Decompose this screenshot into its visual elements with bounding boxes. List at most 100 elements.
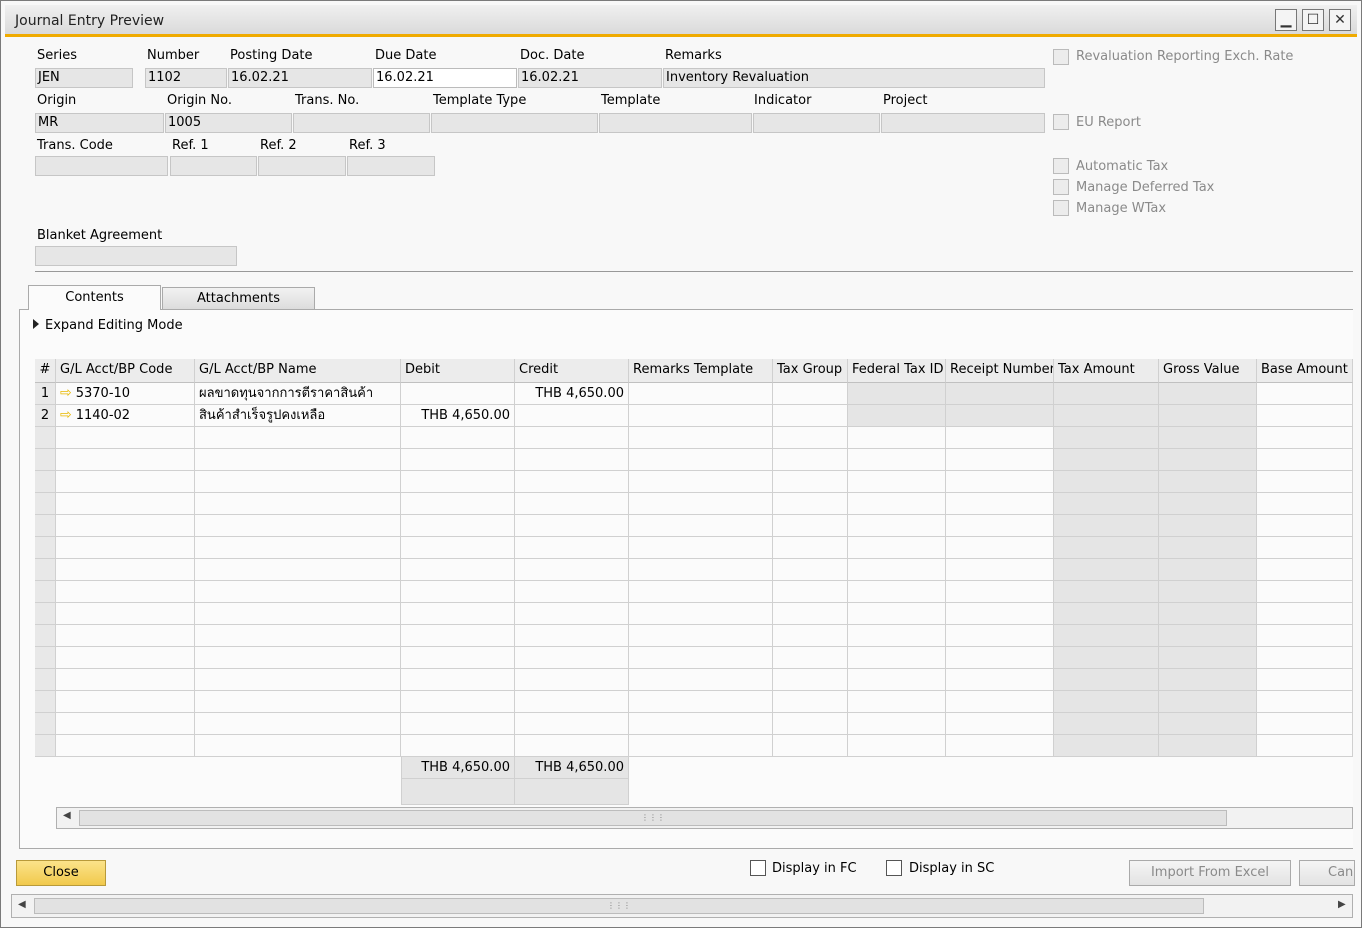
table-cell[interactable] <box>1054 735 1159 757</box>
table-cell[interactable] <box>56 647 195 669</box>
table-cell[interactable] <box>56 691 195 713</box>
table-cell[interactable] <box>848 735 946 757</box>
table-cell[interactable] <box>848 581 946 603</box>
table-cell[interactable] <box>1159 405 1257 427</box>
col-header-tax-group[interactable]: Tax Group <box>773 359 848 383</box>
table-cell[interactable] <box>629 427 773 449</box>
manage-deferred-tax-checkbox[interactable] <box>1053 179 1069 195</box>
number-field[interactable]: 1102 <box>145 68 227 88</box>
table-cell[interactable] <box>1257 383 1353 405</box>
table-cell[interactable] <box>56 537 195 559</box>
table-row[interactable]: 2 ⇨ 1140-02 สินค้าสำเร็จรูปคงเหลือ THB 4,650… <box>35 405 1353 427</box>
table-cell[interactable] <box>1159 691 1257 713</box>
minimize-icon[interactable]: ▁ <box>1275 9 1297 31</box>
table-cell[interactable] <box>946 647 1054 669</box>
col-header-debit[interactable]: Debit <box>401 359 515 383</box>
table-cell[interactable] <box>773 735 848 757</box>
window-scroll-left-icon[interactable]: ◀ <box>18 899 26 910</box>
table-cell[interactable] <box>515 735 629 757</box>
table-cell[interactable] <box>946 603 1054 625</box>
template-field[interactable] <box>599 113 752 133</box>
cancel-button[interactable]: Can <box>1299 860 1355 886</box>
table-cell[interactable] <box>1257 493 1353 515</box>
table-cell[interactable] <box>629 537 773 559</box>
table-cell[interactable] <box>56 515 195 537</box>
table-cell[interactable] <box>1054 405 1159 427</box>
table-cell[interactable] <box>773 625 848 647</box>
table-cell[interactable] <box>629 669 773 691</box>
table-cell[interactable] <box>56 735 195 757</box>
table-cell[interactable] <box>401 735 515 757</box>
table-cell[interactable] <box>773 691 848 713</box>
window-horizontal-scrollbar[interactable]: ◀ ⋮⋮⋮ ▶ <box>11 894 1353 918</box>
table-cell[interactable] <box>401 515 515 537</box>
table-cell[interactable] <box>1054 691 1159 713</box>
table-cell[interactable] <box>515 603 629 625</box>
table-cell[interactable] <box>946 537 1054 559</box>
table-cell[interactable] <box>1257 713 1353 735</box>
table-cell[interactable] <box>1159 471 1257 493</box>
table-cell[interactable] <box>629 647 773 669</box>
table-cell[interactable] <box>848 603 946 625</box>
table-cell[interactable] <box>1257 691 1353 713</box>
table-cell[interactable] <box>401 449 515 471</box>
table-cell[interactable] <box>195 559 401 581</box>
origin-field[interactable]: MR <box>35 113 164 133</box>
table-cell[interactable] <box>1257 625 1353 647</box>
table-cell[interactable] <box>773 383 848 405</box>
table-row[interactable] <box>35 647 1353 669</box>
table-row[interactable] <box>35 537 1353 559</box>
table-cell[interactable] <box>56 625 195 647</box>
table-cell[interactable] <box>1054 581 1159 603</box>
table-row[interactable] <box>35 603 1353 625</box>
link-arrow-icon[interactable]: ⇨ <box>60 385 72 401</box>
table-cell[interactable] <box>848 625 946 647</box>
table-cell[interactable] <box>1159 449 1257 471</box>
table-cell[interactable] <box>1159 647 1257 669</box>
table-cell[interactable]: ผลขาดทุนจากการตีราคาสินค้า <box>195 383 401 405</box>
tab-attachments[interactable]: Attachments <box>162 287 315 309</box>
table-cell[interactable] <box>1257 471 1353 493</box>
table-cell[interactable] <box>1054 647 1159 669</box>
table-cell[interactable] <box>1159 625 1257 647</box>
table-cell[interactable] <box>629 625 773 647</box>
table-cell[interactable] <box>629 493 773 515</box>
ref2-field[interactable] <box>258 156 346 176</box>
table-cell[interactable] <box>1054 537 1159 559</box>
link-arrow-icon[interactable]: ⇨ <box>60 407 72 423</box>
doc-date-field[interactable]: 16.02.21 <box>518 68 662 88</box>
table-cell[interactable] <box>1054 383 1159 405</box>
table-cell[interactable] <box>848 383 946 405</box>
table-cell[interactable] <box>1257 449 1353 471</box>
table-cell[interactable] <box>773 427 848 449</box>
table-cell[interactable]: THB 4,650.00 <box>401 405 515 427</box>
col-header-num[interactable]: # <box>35 359 56 383</box>
template-type-field[interactable] <box>431 113 598 133</box>
table-cell[interactable] <box>56 471 195 493</box>
table-cell[interactable] <box>515 713 629 735</box>
table-cell[interactable] <box>515 515 629 537</box>
ref3-field[interactable] <box>347 156 435 176</box>
posting-date-field[interactable]: 16.02.21 <box>228 68 372 88</box>
table-cell[interactable] <box>946 427 1054 449</box>
table-cell[interactable] <box>1257 405 1353 427</box>
table-cell[interactable] <box>195 471 401 493</box>
table-cell[interactable] <box>773 559 848 581</box>
table-cell[interactable] <box>515 581 629 603</box>
table-cell[interactable] <box>195 515 401 537</box>
table-cell[interactable] <box>1257 735 1353 757</box>
table-cell[interactable] <box>1054 449 1159 471</box>
window-scroll-thumb[interactable]: ⋮⋮⋮ <box>34 898 1204 914</box>
tab-contents[interactable]: Contents <box>28 285 161 310</box>
blanket-agreement-field[interactable] <box>35 246 237 266</box>
expand-editing-mode[interactable]: Expand Editing Mode <box>33 318 183 333</box>
table-row[interactable] <box>35 713 1353 735</box>
table-row[interactable] <box>35 625 1353 647</box>
window-scroll-right-icon[interactable]: ▶ <box>1338 899 1346 910</box>
table-cell[interactable] <box>946 691 1054 713</box>
table-cell[interactable] <box>195 735 401 757</box>
table-cell[interactable] <box>1159 537 1257 559</box>
grid-scroll-thumb[interactable]: ⋮⋮⋮ <box>79 810 1227 826</box>
col-header-credit[interactable]: Credit <box>515 359 629 383</box>
col-header-remarks-template[interactable]: Remarks Template <box>629 359 773 383</box>
